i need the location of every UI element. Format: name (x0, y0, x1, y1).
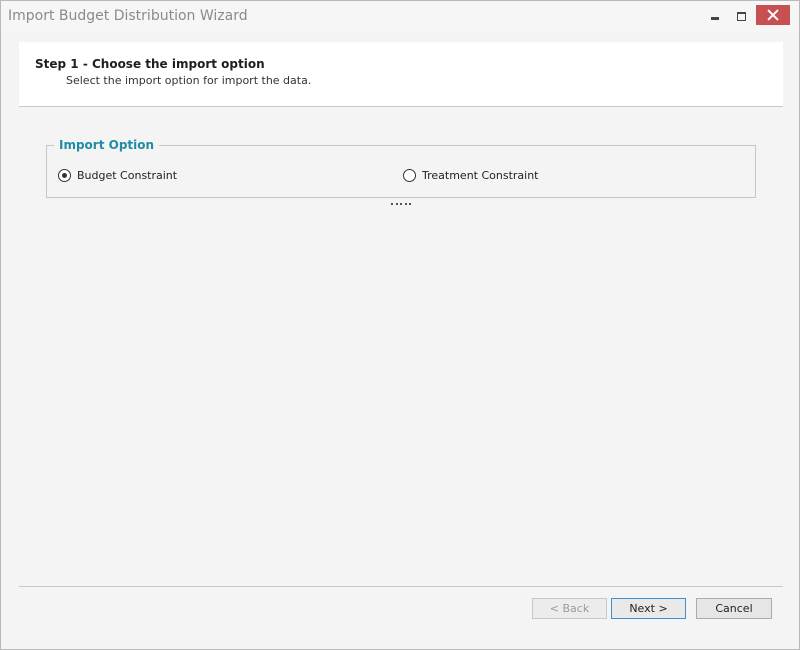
budget-constraint-radio[interactable]: Budget Constraint (58, 169, 177, 182)
import-option-legend: Import Option (54, 138, 160, 152)
cancel-button[interactable]: Cancel (696, 598, 772, 619)
import-option-group: Import Option Budget Constraint Treatmen… (46, 138, 756, 198)
minimize-icon (711, 16, 719, 20)
maximize-icon (736, 11, 746, 21)
treatment-constraint-label[interactable]: Treatment Constraint (422, 169, 539, 182)
step-description: Select the import option for import the … (66, 74, 312, 87)
close-button[interactable] (756, 5, 790, 25)
radio-unchecked-icon[interactable] (403, 169, 416, 182)
step-title: Step 1 - Choose the import option (35, 57, 265, 71)
close-icon (767, 9, 779, 21)
header-divider (19, 106, 783, 107)
window-title: Import Budget Distribution Wizard (8, 8, 248, 24)
next-button[interactable]: Next > (611, 598, 686, 619)
treatment-constraint-radio[interactable]: Treatment Constraint (403, 169, 539, 182)
radio-checked-icon[interactable] (58, 169, 71, 182)
maximize-button[interactable] (724, 1, 758, 31)
wizard-window: Import Budget Distribution Wizard Step 1… (0, 0, 800, 650)
splitter-grip-handle[interactable] (391, 203, 411, 207)
wizard-header: Step 1 - Choose the import option Select… (19, 42, 783, 106)
budget-constraint-label[interactable]: Budget Constraint (77, 169, 177, 182)
title-bar[interactable]: Import Budget Distribution Wizard (1, 1, 799, 32)
footer-divider (19, 586, 783, 587)
back-button[interactable]: < Back (532, 598, 607, 619)
